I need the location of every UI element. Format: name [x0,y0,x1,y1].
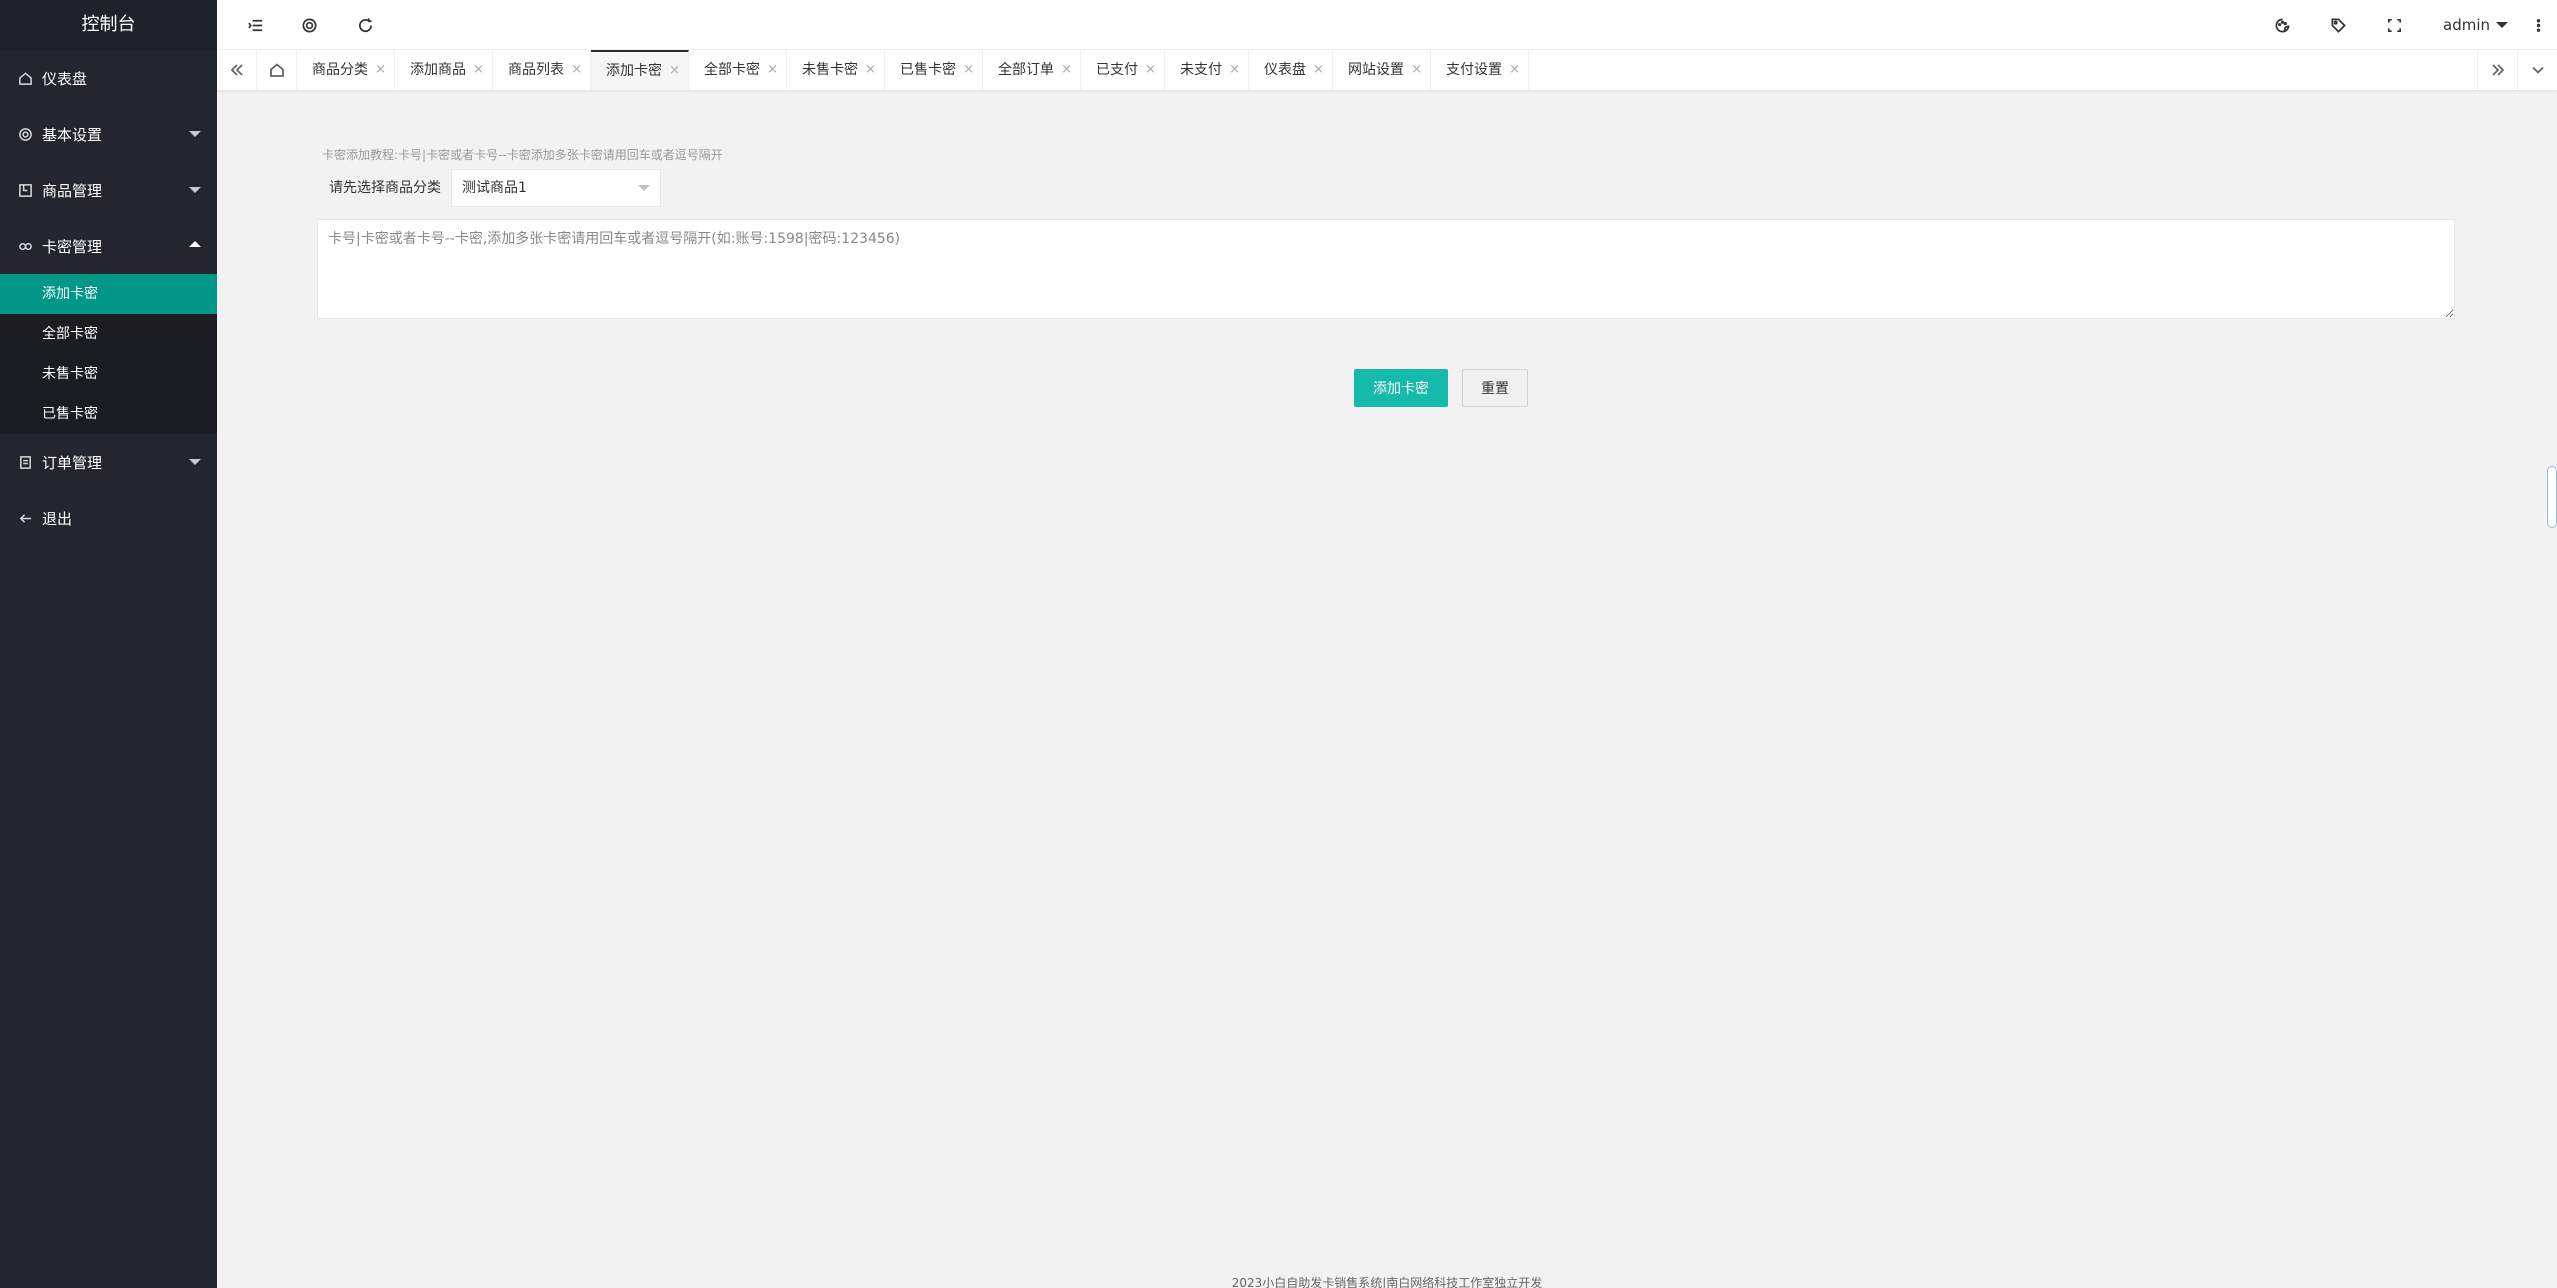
sidebar-item-card-management[interactable]: 卡密管理 [0,218,217,274]
tab-label: 已售卡密 [900,62,956,78]
footer-text: 2023小白自助发卡销售系统|南白网络科技工作室独立开发 [1231,1276,1543,1288]
tab-paid[interactable]: 已支付 × [1081,50,1165,90]
chevron-down-icon [638,185,650,191]
chevron-up-icon [189,241,201,247]
close-icon[interactable]: × [865,50,876,90]
tab-label: 支付设置 [1446,62,1502,78]
tab-home-icon[interactable] [257,50,297,90]
menu-toggle-icon[interactable] [243,13,267,37]
tab-label: 已支付 [1096,62,1138,78]
shop-icon [17,182,33,198]
user-menu[interactable]: admin [2443,0,2508,50]
tab-product-list[interactable]: 商品列表 × [493,50,591,90]
tab-label: 仪表盘 [1264,62,1306,78]
close-icon[interactable]: × [767,50,778,90]
close-icon[interactable]: × [963,50,974,90]
theme-icon[interactable] [2270,13,2294,37]
sidebar-item-logout[interactable]: 退出 [0,490,217,546]
sidebar-submenu: 添加卡密 全部卡密 未售卡密 已售卡密 [0,274,217,434]
sidebar-item-product-management[interactable]: 商品管理 [0,162,217,218]
tab-unpaid[interactable]: 未支付 × [1165,50,1249,90]
category-select[interactable]: 测试商品1 [451,169,661,207]
tab-add-card[interactable]: 添加卡密 × [591,50,689,90]
close-icon[interactable]: × [473,50,484,90]
tab-site-settings[interactable]: 网站设置 × [1333,50,1431,90]
tab-payment-settings[interactable]: 支付设置 × [1431,50,1529,90]
sidebar-item-label: 退出 [42,509,73,528]
card-input-textarea[interactable] [317,219,2455,319]
close-icon[interactable]: × [1145,50,1156,90]
tab-label: 全部卡密 [704,62,760,78]
chevron-down-icon [189,187,201,193]
gear-icon [17,126,33,142]
tab-scroll-right-icon[interactable] [2477,50,2517,90]
order-icon [17,454,33,470]
tag-icon[interactable] [2326,13,2350,37]
tab-scroll-left-icon[interactable] [217,50,257,90]
sidebar-item-label: 商品管理 [42,181,103,200]
form-hint: 卡密添加教程:卡号|卡密或者卡号--卡密添加多张卡密请用回车或者逗号隔开 [322,148,723,162]
tab-add-product[interactable]: 添加商品 × [395,50,493,90]
reset-button[interactable]: 重置 [1462,369,1528,407]
tab-menu-chevron-down-icon[interactable] [2517,50,2557,90]
close-icon[interactable]: × [1229,50,1240,90]
close-icon[interactable]: × [1509,50,1520,90]
category-select-value: 测试商品1 [462,180,527,196]
tab-all-orders[interactable]: 全部订单 × [983,50,1081,90]
page-tabs: 商品分类 × 添加商品 × 商品列表 × 添加卡密 × 全部卡密 × 未售卡密 × 已售卡密… [217,50,2557,91]
close-icon[interactable]: × [375,50,386,90]
refresh-icon[interactable] [353,13,377,37]
sidebar-item-label: 基本设置 [42,125,103,144]
tab-label: 未售卡密 [802,62,858,78]
sidebar-subitem-sold-cards[interactable]: 已售卡密 [0,394,217,434]
username: admin [2443,16,2490,34]
tab-label: 商品分类 [312,62,368,78]
tab-label: 未支付 [1180,62,1222,78]
key-icon [17,238,33,254]
chevron-down-icon [189,459,201,465]
tab-sold-cards[interactable]: 已售卡密 × [885,50,983,90]
close-icon[interactable]: × [1313,50,1324,90]
close-icon[interactable]: × [1411,50,1422,90]
tab-all-cards[interactable]: 全部卡密 × [689,50,787,90]
sidebar: 控制台 仪表盘 基本设置 商品管理 卡密管理 添加卡密 全部卡密 未售卡密 已售… [0,0,217,1288]
category-label: 请先选择商品分类 [329,180,441,196]
tab-label: 商品列表 [508,62,564,78]
home-icon [17,70,33,86]
sidebar-subitem-all-cards[interactable]: 全部卡密 [0,314,217,354]
main-content: 卡密添加教程:卡号|卡密或者卡号--卡密添加多张卡密请用回车或者逗号隔开 请先选… [217,91,2557,1288]
more-vertical-icon[interactable] [2526,13,2550,37]
top-header: admin [217,0,2557,50]
sidebar-item-order-management[interactable]: 订单管理 [0,434,217,490]
arrow-left-icon [17,510,33,526]
sidebar-item-label: 仪表盘 [42,69,88,88]
close-icon[interactable]: × [1061,50,1072,90]
sidebar-subitem-add-card[interactable]: 添加卡密 [0,274,217,314]
close-icon[interactable]: × [571,50,582,90]
sidebar-item-label: 订单管理 [42,453,103,472]
tab-label: 网站设置 [1348,62,1404,78]
tab-unsold-cards[interactable]: 未售卡密 × [787,50,885,90]
logo[interactable]: 控制台 [0,0,217,50]
fullscreen-icon[interactable] [2382,13,2406,37]
chevron-down-icon [2496,22,2508,28]
add-card-button[interactable]: 添加卡密 [1354,369,1448,407]
tab-label: 全部订单 [998,62,1054,78]
scroll-handle[interactable] [2547,466,2557,528]
sidebar-item-dashboard[interactable]: 仪表盘 [0,50,217,106]
tab-label: 添加卡密 [606,63,662,79]
tab-list: 商品分类 × 添加商品 × 商品列表 × 添加卡密 × 全部卡密 × 未售卡密 × 已售卡密… [297,50,1529,90]
sidebar-item-basic-settings[interactable]: 基本设置 [0,106,217,162]
tab-label: 添加商品 [410,62,466,78]
website-icon[interactable] [297,13,321,37]
tab-product-category[interactable]: 商品分类 × [297,50,395,90]
chevron-down-icon [189,131,201,137]
sidebar-subitem-unsold-cards[interactable]: 未售卡密 [0,354,217,394]
tab-dashboard[interactable]: 仪表盘 × [1249,50,1333,90]
close-icon[interactable]: × [669,52,680,90]
sidebar-item-label: 卡密管理 [42,237,103,256]
